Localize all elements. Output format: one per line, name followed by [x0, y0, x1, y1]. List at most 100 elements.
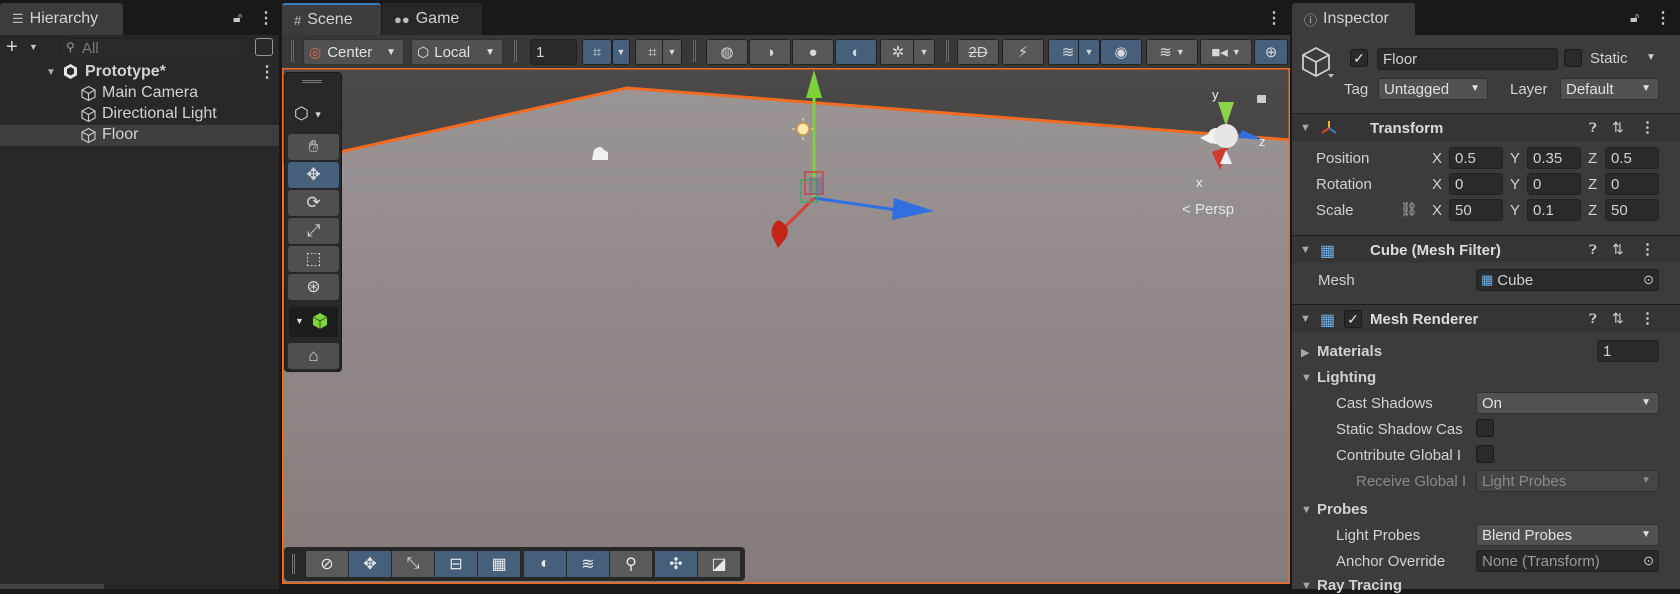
gameobject-cube-icon[interactable] — [1300, 44, 1334, 80]
collapse-arrow-icon[interactable]: ▼ — [1300, 244, 1311, 256]
gizmo-axis-z[interactable]: z — [1259, 134, 1266, 149]
object-picker-icon[interactable]: ⊙ — [1643, 272, 1654, 288]
static-chevron-icon[interactable]: ▼ — [1646, 52, 1656, 63]
hierarchy-item-floor[interactable]: Floor — [0, 125, 279, 146]
move-arrows-icon[interactable]: ✥ — [349, 551, 391, 577]
custom-tool-dropdown[interactable]: ▼ — [289, 307, 338, 337]
hierarchy-scrollbar[interactable] — [0, 584, 104, 589]
position-y-input[interactable]: 0.35 — [1527, 147, 1581, 169]
scale-z-input[interactable]: 50 — [1605, 199, 1659, 221]
inspector-lock-icon[interactable]: 🔓︎ — [1630, 9, 1639, 26]
static-shadow-caster-checkbox[interactable] — [1476, 419, 1494, 437]
effects-chevron-icon[interactable]: ▼ — [1078, 39, 1100, 65]
scale-tool-icon[interactable]: ⤢ — [288, 218, 339, 244]
help-icon[interactable]: ❓︎ — [1589, 311, 1597, 327]
hierarchy-item-directional-light[interactable]: Directional Light — [0, 104, 279, 125]
overlay-grip[interactable] — [292, 554, 295, 574]
rotation-y-input[interactable]: 0 — [1527, 173, 1581, 195]
active-checkbox[interactable]: ✓ — [1350, 49, 1368, 67]
component-more-icon[interactable]: ⋮ — [1640, 240, 1655, 258]
layer-dropdown[interactable]: Default ▼ — [1560, 78, 1659, 100]
inspector-more-icon[interactable]: ⋮ — [1655, 8, 1671, 28]
help-icon[interactable]: ❓︎ — [1589, 120, 1597, 136]
compass-icon[interactable]: ⊘ — [306, 551, 348, 577]
hierarchy-item-main-camera[interactable]: Main Camera — [0, 83, 279, 104]
pan-move-icon[interactable]: ✣ — [655, 551, 697, 577]
transform-header[interactable]: ▼ Transform ❓︎ ⇅ ⋮ — [1292, 113, 1680, 141]
search-options-icon[interactable] — [255, 38, 273, 56]
scene-more-options-icon[interactable]: ⋮ — [1266, 8, 1282, 28]
grid-size-input[interactable]: 1 — [530, 39, 577, 65]
scale-x-input[interactable]: 50 — [1449, 199, 1503, 221]
add-icon[interactable]: + — [6, 37, 18, 57]
2d-toggle-icon[interactable]: 2D — [957, 39, 999, 65]
grid-snap-chevron-icon[interactable]: ▼ — [612, 39, 630, 65]
projection-toggle[interactable]: < Persp — [1182, 201, 1234, 218]
chevron-down-icon[interactable]: ▼ — [29, 42, 38, 52]
scene-viewport[interactable]: y z x < Persp — [282, 68, 1290, 584]
contribute-gi-checkbox[interactable] — [1476, 445, 1494, 463]
snap-scale-icon[interactable]: ⤡ — [392, 551, 434, 577]
toolbar-grip[interactable] — [946, 40, 949, 62]
tag-dropdown[interactable]: Untagged ▼ — [1378, 78, 1488, 100]
expand-arrow-icon[interactable]: ▶ — [1301, 346, 1309, 359]
align-settings-icon[interactable]: ⊟ — [435, 551, 477, 577]
snap-chevron-icon[interactable]: ▼ — [662, 39, 682, 65]
tab-game[interactable]: ●● Game — [382, 3, 482, 35]
constrain-proportions-icon[interactable]: ⛓︎ — [1400, 201, 1418, 218]
grid-lines-icon[interactable]: ▦ — [478, 551, 520, 577]
scene-visibility-icon[interactable]: ◉ — [1100, 39, 1142, 65]
presets-icon[interactable]: ⇅ — [1612, 241, 1624, 258]
layer-stack-icon[interactable]: ≋ — [567, 551, 609, 577]
mesh-renderer-header[interactable]: ▼ ▦ ✓ Mesh Renderer ❓︎ ⇅ ⋮ — [1292, 304, 1680, 332]
cast-shadows-dropdown[interactable]: On ▼ — [1476, 392, 1659, 414]
mesh-object-field[interactable]: ▦ Cube ⊙ — [1476, 269, 1659, 291]
object-name-input[interactable]: Floor — [1377, 48, 1558, 70]
toolbar-grip[interactable] — [693, 40, 696, 62]
probes-foldout[interactable]: Probes — [1317, 501, 1368, 518]
help-icon[interactable]: ❓︎ — [1589, 242, 1597, 258]
hand-tool-icon[interactable]: ✋︎ — [288, 134, 339, 160]
tab-inspector[interactable]: ⓘ Inspector — [1292, 3, 1415, 35]
moon-shading-icon[interactable]: ◐ — [524, 551, 566, 577]
lit-shading-icon[interactable]: ◐ — [835, 39, 877, 65]
presets-icon[interactable]: ⇅ — [1612, 310, 1624, 327]
mesh-renderer-enabled-checkbox[interactable]: ✓ — [1344, 310, 1362, 328]
materials-foldout[interactable]: Materials — [1317, 343, 1382, 360]
collapse-arrow-icon[interactable]: ▼ — [1300, 313, 1311, 325]
ray-tracing-foldout[interactable]: Ray Tracing — [1317, 577, 1402, 594]
presets-icon[interactable]: ⇅ — [1612, 119, 1624, 136]
lock-icon[interactable]: 🔓︎ — [233, 9, 242, 26]
expand-arrow-icon[interactable]: ▼ — [46, 67, 56, 78]
materials-count-input[interactable]: 1 — [1597, 340, 1659, 362]
component-more-icon[interactable]: ⋮ — [1640, 309, 1655, 327]
rotation-x-input[interactable]: 0 — [1449, 173, 1503, 195]
probuilder-path-icon[interactable]: ⌂ — [288, 343, 339, 369]
magnifier-icon[interactable]: ⚲ — [610, 551, 652, 577]
collapse-arrow-icon[interactable]: ▼ — [1301, 372, 1312, 384]
more-options-icon[interactable]: ⋮ — [258, 8, 274, 28]
anchor-override-field[interactable]: None (Transform) ⊙ — [1476, 550, 1659, 572]
pivot-rotation-dropdown[interactable]: ⬡ Local ▼ — [411, 39, 503, 65]
gizmos-globe-icon[interactable]: ⊕ — [1254, 39, 1288, 65]
hierarchy-scene-row[interactable]: ▼ Prototype* ⋮ — [0, 62, 279, 83]
debug-bug-icon[interactable]: ✲ — [880, 39, 916, 65]
transform-tool-icon[interactable]: ⊛ — [288, 274, 339, 300]
toolbar-grip[interactable] — [291, 40, 294, 62]
hierarchy-search-input[interactable]: ⚲ All — [59, 38, 251, 58]
collapse-arrow-icon[interactable]: ▼ — [1300, 122, 1311, 134]
move-tool-icon[interactable]: ✥ — [288, 162, 339, 188]
collapse-arrow-icon[interactable]: ▼ — [1301, 580, 1312, 592]
overlay-grip[interactable] — [302, 80, 322, 83]
camera-settings-icon[interactable]: ■◂ ▼ — [1200, 39, 1252, 65]
lighting-foldout[interactable]: Lighting — [1317, 369, 1376, 386]
collapse-arrow-icon[interactable]: ▼ — [1301, 504, 1312, 516]
wireframe-shading-icon[interactable]: ◍ — [706, 39, 748, 65]
camera-view-icon[interactable]: ◪ — [698, 551, 740, 577]
rotation-z-input[interactable]: 0 — [1605, 173, 1659, 195]
shaded-icon[interactable]: ● — [792, 39, 834, 65]
toolbar-grip[interactable] — [514, 40, 517, 62]
light-probes-dropdown[interactable]: Blend Probes ▼ — [1476, 524, 1659, 546]
gizmo-axis-x[interactable]: x — [1196, 175, 1203, 190]
static-checkbox[interactable] — [1564, 49, 1582, 67]
